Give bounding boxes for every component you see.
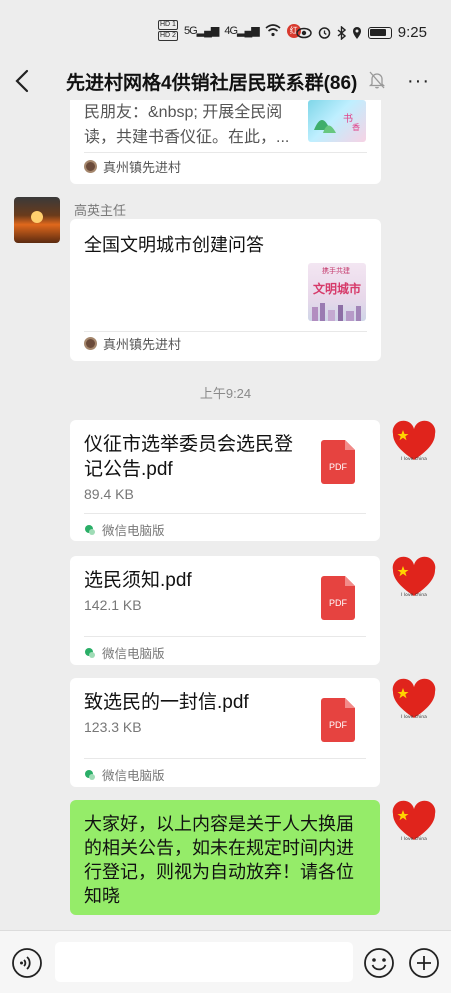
hd1-label: HD 1 [158, 20, 178, 30]
back-arrow-icon[interactable] [10, 67, 36, 95]
hd-indicators: HD 1 HD 2 [158, 20, 178, 41]
eye-icon [296, 27, 312, 38]
heart-avatar[interactable]: I love china [391, 678, 437, 724]
status-right: 9:25 [296, 24, 427, 41]
file3-name: 致选民的一封信.pdf [84, 692, 249, 713]
status-left: HD 1 HD 2 5G▂▄▆ 4G▂▄▆ 红 [158, 20, 301, 41]
svg-text:香: 香 [352, 122, 360, 132]
location-icon [352, 26, 361, 39]
file1-name-line2: 记公告.pdf [84, 459, 173, 480]
heart-caption: I love china [401, 456, 427, 462]
wechat-pc-icon [85, 769, 95, 780]
article-card-2[interactable]: 全国文明城市创建问答 携手共建 文明城市 真州镇先进村 [70, 219, 381, 361]
voice-icon[interactable] [11, 947, 43, 979]
hd2-label: HD 2 [158, 31, 178, 41]
wifi-icon [265, 24, 281, 37]
message-input[interactable] [55, 942, 353, 982]
source-avatar-icon [84, 160, 97, 173]
card2-source: 真州镇先进村 [84, 334, 181, 353]
sender-avatar[interactable] [14, 197, 60, 243]
file1-name: 仪征市选举委员会选民登 记公告.pdf [84, 432, 304, 482]
mute-bell-icon [368, 71, 386, 89]
file3-divider [84, 758, 366, 759]
card2-thumb-small-text: 携手共建 [322, 267, 350, 275]
bluetooth-icon [337, 25, 346, 40]
card1-source-name: 真州镇先进村 [103, 160, 182, 175]
source-avatar-icon [84, 337, 97, 350]
card1-summary-line2: 读，共建书香仪征。在此，... [84, 129, 290, 146]
card1-divider [84, 152, 367, 153]
sender-name: 高英主任 [74, 203, 127, 218]
file3-source-text: 微信电脑版 [102, 769, 165, 783]
signal-4g-icon: 4G▂▄▆ [224, 25, 259, 37]
text-message-bubble[interactable]: 大家好，以上内容是关于人大换届的相关公告，如未在规定时间内进行登记，则视为自动放… [70, 800, 380, 915]
card2-thumbnail: 携手共建 文明城市 [308, 263, 366, 321]
plus-icon[interactable] [408, 947, 440, 979]
card2-source-name: 真州镇先进村 [103, 337, 182, 352]
group-title: 先进村网格4供销社居民联系群(86) [66, 73, 358, 94]
file1-size: 89.4 KB [84, 486, 134, 502]
svg-text:PDF: PDF [329, 720, 348, 730]
file3-source: 微信电脑版 [84, 765, 165, 784]
heart-avatar[interactable]: I love china [391, 420, 437, 466]
input-bar [0, 930, 451, 993]
status-bar: HD 1 HD 2 5G▂▄▆ 4G▂▄▆ 红 9:25 [0, 0, 451, 56]
card1-source: 真州镇先进村 [84, 157, 181, 176]
file1-name-line1: 仪征市选举委员会选民登 [84, 434, 294, 455]
file-message-3[interactable]: 致选民的一封信.pdf 123.3 KB PDF 微信电脑版 [70, 678, 380, 787]
clock: 9:25 [397, 24, 427, 41]
message-timestamp: 上午9:24 [199, 386, 252, 401]
pdf-file-icon: PDF [321, 576, 355, 620]
heart-caption: I love china [401, 714, 427, 720]
more-options-icon[interactable]: ··· [407, 70, 430, 93]
emoji-icon[interactable] [363, 947, 395, 979]
wechat-pc-icon [85, 647, 95, 658]
chat-header: 先进村网格4供销社居民联系群(86) ··· [0, 56, 451, 106]
file2-divider [84, 636, 366, 637]
svg-text:PDF: PDF [329, 462, 348, 472]
file2-size: 142.1 KB [84, 597, 142, 613]
pdf-file-icon: PDF [321, 440, 355, 484]
file2-source: 微信电脑版 [84, 643, 165, 662]
card2-thumb-text: 文明城市 [312, 282, 361, 296]
svg-text:PDF: PDF [329, 598, 348, 608]
article-card-1[interactable]: 民朋友：&nbsp; 开展全民阅 读，共建书香仪征。在此，... 书香 真州镇先… [70, 100, 381, 184]
card1-summary-line1: 民朋友：&nbsp; 开展全民阅 [84, 104, 283, 121]
file3-size: 123.3 KB [84, 719, 142, 735]
file1-divider [84, 513, 366, 514]
wechat-pc-icon [85, 524, 95, 535]
signal-5g-icon: 5G▂▄▆ [183, 25, 219, 37]
pdf-file-icon: PDF [321, 698, 355, 742]
heart-caption: I love china [401, 836, 427, 842]
file-message-1[interactable]: 仪征市选举委员会选民登 记公告.pdf 89.4 KB PDF 微信电脑版 [70, 420, 380, 541]
file2-source-text: 微信电脑版 [102, 647, 165, 661]
file1-source-text: 微信电脑版 [102, 524, 165, 538]
card2-divider [84, 331, 367, 332]
alarm-icon [318, 27, 331, 39]
card2-title: 全国文明城市创建问答 [84, 235, 264, 255]
heart-caption: I love china [401, 592, 427, 598]
heart-avatar[interactable]: I love china [391, 556, 437, 602]
card1-thumbnail: 书香 [308, 100, 366, 142]
file2-name: 选民须知.pdf [84, 570, 192, 591]
file-message-2[interactable]: 选民须知.pdf 142.1 KB PDF 微信电脑版 [70, 556, 380, 665]
file1-source: 微信电脑版 [84, 520, 165, 539]
battery-icon [367, 26, 392, 39]
heart-avatar[interactable]: I love china [391, 800, 437, 846]
